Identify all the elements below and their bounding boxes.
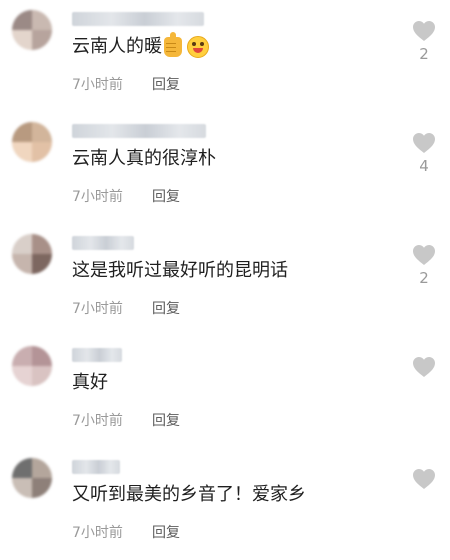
username-redacted[interactable] [72, 12, 204, 26]
like-button[interactable] [410, 356, 438, 381]
comment-body: 这是我听过最好听的昆明话 [72, 260, 288, 281]
comment-text: 这是我听过最好听的昆明话 [72, 258, 288, 284]
avatar-pixel [32, 30, 52, 50]
avatar-pixel [12, 478, 32, 498]
heart-icon [413, 245, 435, 265]
comment-item: 真好 7小时前 回复 [0, 336, 450, 448]
reply-button[interactable]: 回复 [152, 76, 180, 94]
comment-list: 云南人的暖 7小时前 回复 2 云南人真的很淳朴 7小时前 回复 4 这是我听过… [0, 0, 450, 555]
comment-time: 7小时前 [72, 189, 123, 205]
avatar-pixel [32, 10, 52, 30]
comment-time: 7小时前 [72, 413, 123, 429]
avatar-pixel [12, 458, 32, 478]
comment-item: 云南人的暖 7小时前 回复 2 [0, 0, 450, 112]
avatar-pixel [32, 366, 52, 386]
avatar-pixel [32, 142, 52, 162]
comment-item: 这是我听过最好听的昆明话 7小时前 回复 2 [0, 224, 450, 336]
like-count: 2 [419, 45, 429, 63]
avatar-pixel [12, 346, 32, 366]
comment-body: 云南人真的很淳朴 [72, 148, 216, 169]
comment-text: 又听到最美的乡音了！爱家乡 [72, 482, 306, 508]
heart-icon [413, 469, 435, 489]
comment-text: 云南人真的很淳朴 [72, 146, 216, 172]
heart-icon [413, 133, 435, 153]
thumbs-up-icon [164, 32, 182, 57]
username-redacted[interactable] [72, 236, 134, 250]
like-button[interactable]: 2 [410, 244, 438, 287]
comment-time: 7小时前 [72, 301, 123, 317]
avatar-pixel [12, 122, 32, 142]
avatar-pixel [32, 234, 52, 254]
like-button[interactable] [410, 468, 438, 493]
avatar[interactable] [12, 346, 52, 386]
avatar-pixel [12, 234, 32, 254]
comment-text: 真好 [72, 370, 108, 396]
username-redacted[interactable] [72, 460, 120, 474]
like-count: 4 [419, 157, 429, 175]
avatar[interactable] [12, 10, 52, 50]
reply-button[interactable]: 回复 [152, 412, 180, 430]
comment-time: 7小时前 [72, 525, 123, 541]
avatar-pixel [32, 254, 52, 274]
heart-icon [413, 357, 435, 377]
comment-body: 又听到最美的乡音了！爱家乡 [72, 484, 306, 505]
avatar-pixel [32, 458, 52, 478]
heart-icon [413, 21, 435, 41]
avatar[interactable] [12, 122, 52, 162]
avatar[interactable] [12, 234, 52, 274]
avatar-pixel [32, 478, 52, 498]
avatar[interactable] [12, 458, 52, 498]
avatar-pixel [12, 30, 32, 50]
wink-face-icon [187, 36, 209, 58]
username-redacted[interactable] [72, 124, 206, 138]
comment-item: 云南人真的很淳朴 7小时前 回复 4 [0, 112, 450, 224]
avatar-pixel [12, 254, 32, 274]
reply-button[interactable]: 回复 [152, 524, 180, 542]
reply-button[interactable]: 回复 [152, 300, 180, 318]
like-count: 2 [419, 269, 429, 287]
avatar-pixel [32, 122, 52, 142]
comment-text: 云南人的暖 [72, 32, 209, 60]
avatar-pixel [12, 142, 32, 162]
comment-body: 云南人的暖 [72, 36, 162, 57]
avatar-pixel [32, 346, 52, 366]
comment-time: 7小时前 [72, 77, 123, 93]
like-button[interactable]: 2 [410, 20, 438, 63]
comment-item: 又听到最美的乡音了！爱家乡 7小时前 回复 [0, 448, 450, 560]
username-redacted[interactable] [72, 348, 122, 362]
comment-body: 真好 [72, 372, 108, 393]
reply-button[interactable]: 回复 [152, 188, 180, 206]
avatar-pixel [12, 366, 32, 386]
like-button[interactable]: 4 [410, 132, 438, 175]
avatar-pixel [12, 10, 32, 30]
